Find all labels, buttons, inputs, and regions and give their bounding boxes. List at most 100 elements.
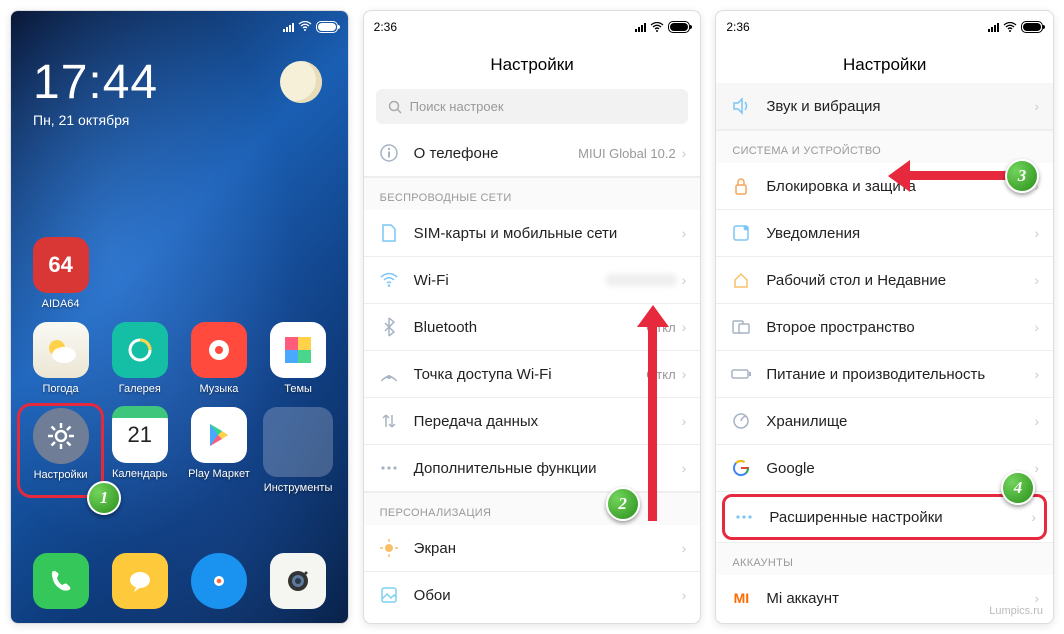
more-icon (378, 457, 400, 479)
signal-icon (988, 22, 999, 32)
gear-icon (46, 421, 76, 451)
row-sim[interactable]: SIM-карты и мобильные сети › (364, 210, 701, 257)
empty-slot (179, 237, 258, 310)
app-aida64[interactable]: 64 AIDA64 (21, 237, 100, 310)
chevron-right-icon: › (1034, 413, 1039, 429)
home-dock (11, 547, 348, 615)
section-accounts: АККАУНТЫ (716, 542, 1053, 575)
chevron-right-icon: › (1034, 366, 1039, 382)
themes-icon (281, 333, 315, 367)
home-wallpaper: 17:44 Пн, 21 октября 64 AIDA64 Погода (11, 11, 348, 623)
row-wallpaper[interactable]: Обои › (364, 572, 701, 618)
status-time: 2:36 (374, 20, 397, 34)
mi-icon: MI (730, 587, 752, 609)
app-play-market[interactable]: Play Маркет (179, 407, 258, 494)
info-icon (378, 142, 400, 164)
storage-icon (730, 410, 752, 432)
chevron-right-icon: › (682, 272, 687, 288)
clock-widget[interactable]: 17:44 Пн, 21 октября (33, 55, 158, 128)
step-marker-2: 2 (606, 487, 640, 521)
empty-slot (259, 237, 338, 310)
app-themes[interactable]: Темы (259, 322, 338, 395)
scroll-arrow (648, 321, 657, 521)
google-icon (730, 457, 752, 479)
status-bar (11, 11, 348, 43)
section-system: СИСТЕМА И УСТРОЙСТВО (716, 130, 1053, 163)
weather-moon-icon[interactable] (280, 61, 322, 103)
status-indicators (283, 21, 338, 34)
dock-camera[interactable] (270, 553, 326, 609)
phone-settings-1: 2:36 Настройки Поиск настроек О телефоне… (363, 10, 702, 624)
notification-icon (730, 222, 752, 244)
row-power-performance[interactable]: Питание и производительность › (716, 351, 1053, 398)
chevron-right-icon: › (682, 145, 687, 161)
chevron-right-icon: › (682, 319, 687, 335)
chevron-right-icon: › (682, 413, 687, 429)
app-weather[interactable]: Погода (21, 322, 100, 395)
chevron-right-icon: › (682, 225, 687, 241)
arrow-head-icon (888, 160, 910, 192)
gallery-icon (125, 335, 155, 365)
bluetooth-icon (378, 316, 400, 338)
wifi-icon (1003, 22, 1017, 32)
row-home-recents[interactable]: Рабочий стол и Недавние › (716, 257, 1053, 304)
dock-browser[interactable] (191, 553, 247, 609)
clock-date: Пн, 21 октября (33, 112, 158, 128)
battery-icon (730, 363, 752, 385)
battery-icon (1021, 21, 1043, 33)
app-tools-folder[interactable]: Инструменты (259, 407, 338, 494)
row-advanced-settings-highlighted[interactable]: Расширенные настройки › (722, 494, 1047, 540)
signal-icon (635, 22, 646, 32)
camera-icon (282, 565, 314, 597)
chevron-right-icon: › (1034, 225, 1039, 241)
search-input[interactable]: Поиск настроек (376, 89, 689, 124)
row-wifi[interactable]: Wi-Fi › (364, 257, 701, 304)
row-sound[interactable]: Звук и вибрация › (716, 83, 1053, 130)
app-gallery[interactable]: Галерея (100, 322, 179, 395)
clock-time: 17:44 (33, 55, 158, 110)
hotspot-icon (378, 363, 400, 385)
app-music[interactable]: Музыка (179, 322, 258, 395)
sim-icon (378, 222, 400, 244)
phone-icon (47, 567, 75, 595)
step-marker-4: 4 (1001, 471, 1035, 505)
battery-icon (316, 21, 338, 33)
app-settings-highlighted[interactable]: Настройки (17, 403, 104, 498)
lock-icon (730, 175, 752, 197)
status-indicators (635, 21, 690, 33)
section-wireless: БЕСПРОВОДНЫЕ СЕТИ (364, 177, 701, 210)
dock-phone[interactable] (33, 553, 89, 609)
phone-home-screen: 17:44 Пн, 21 октября 64 AIDA64 Погода (10, 10, 349, 624)
row-storage[interactable]: Хранилище › (716, 398, 1053, 445)
status-time: 2:36 (726, 20, 749, 34)
status-indicators (988, 21, 1043, 33)
home-icon (730, 269, 752, 291)
chevron-right-icon: › (682, 540, 687, 556)
chevron-right-icon: › (682, 460, 687, 476)
pointer-arrow (906, 171, 1014, 180)
browser-icon (204, 566, 234, 596)
second-space-icon (730, 316, 752, 338)
message-icon (126, 567, 154, 595)
app-calendar[interactable]: 21 Календарь (100, 407, 179, 494)
chevron-right-icon: › (682, 587, 687, 603)
row-about-phone[interactable]: О телефоне MIUI Global 10.2 › (364, 130, 701, 177)
chevron-right-icon: › (1034, 460, 1039, 476)
empty-slot (100, 237, 179, 310)
row-display[interactable]: Экран › (364, 525, 701, 572)
status-bar: 2:36 (364, 11, 701, 43)
step-marker-3: 3 (1005, 159, 1039, 193)
chevron-right-icon: › (1034, 590, 1039, 606)
row-notifications[interactable]: Уведомления › (716, 210, 1053, 257)
search-placeholder: Поиск настроек (410, 99, 504, 114)
chevron-right-icon: › (682, 366, 687, 382)
row-second-space[interactable]: Второе пространство › (716, 304, 1053, 351)
page-title: Настройки (716, 43, 1053, 83)
arrow-head-icon (637, 305, 669, 327)
wifi-value-blurred (606, 274, 676, 286)
watermark-text: Lumpics.ru (989, 605, 1043, 617)
more-icon (733, 506, 755, 528)
wifi-icon (650, 22, 664, 32)
dock-messages[interactable] (112, 553, 168, 609)
wifi-icon (298, 21, 312, 34)
